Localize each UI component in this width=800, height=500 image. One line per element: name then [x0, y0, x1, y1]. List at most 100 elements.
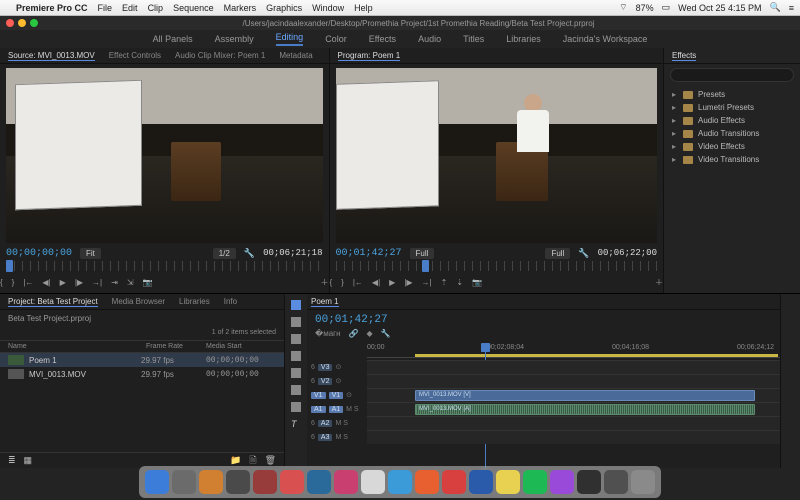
fx-audio-effects[interactable]: ▸Audio Effects [664, 114, 800, 127]
mark-out-icon[interactable]: } [12, 278, 15, 287]
snap-icon[interactable]: �магн [315, 329, 341, 338]
dock-app[interactable] [388, 470, 412, 494]
menu-file[interactable]: File [98, 3, 113, 13]
dock-app[interactable] [415, 470, 439, 494]
dock-app[interactable] [442, 470, 466, 494]
goto-out-icon[interactable]: →| [422, 278, 432, 287]
dock-app[interactable] [307, 470, 331, 494]
tab-effects[interactable]: Effects [672, 51, 696, 61]
effects-search[interactable] [670, 68, 794, 82]
fx-video-trans[interactable]: ▸Video Transitions [664, 153, 800, 166]
menu-window[interactable]: Window [312, 3, 344, 13]
app-name[interactable]: Premiere Pro CC [16, 3, 88, 13]
add-button-icon[interactable]: ＋ [655, 277, 663, 288]
source-timecode[interactable]: 00;00;00;00 [6, 248, 72, 259]
dock-word[interactable] [469, 470, 493, 494]
source-ruler[interactable] [6, 261, 323, 271]
menu-edit[interactable]: Edit [122, 3, 138, 13]
ws-assembly[interactable]: Assembly [215, 34, 254, 44]
ws-color[interactable]: Color [325, 34, 347, 44]
step-fwd-icon[interactable]: |▶ [404, 278, 412, 287]
ws-titles[interactable]: Titles [463, 34, 484, 44]
clock[interactable]: Wed Oct 25 4:15 PM [678, 3, 761, 13]
bin-item-clip[interactable]: MVI_0013.MOV 29.97 fps 00;00;00;00 [0, 367, 284, 381]
wrench-icon[interactable]: 🔧 [578, 248, 589, 259]
fx-audio-trans[interactable]: ▸Audio Transitions [664, 127, 800, 140]
video-clip[interactable]: MVI_0013.MOV [V] [415, 390, 755, 401]
icon-view-icon[interactable]: ▦ [24, 455, 33, 466]
tab-metadata[interactable]: Metadata [279, 51, 312, 60]
dock-spotify[interactable] [523, 470, 547, 494]
tab-media-browser[interactable]: Media Browser [112, 297, 165, 306]
dock-app[interactable] [199, 470, 223, 494]
window-controls[interactable] [6, 19, 38, 27]
menu-markers[interactable]: Markers [224, 3, 257, 13]
menu-sequence[interactable]: Sequence [173, 3, 214, 13]
selection-tool-icon[interactable] [291, 300, 301, 310]
dock-itunes[interactable] [334, 470, 358, 494]
menu-help[interactable]: Help [354, 3, 373, 13]
dock-app[interactable] [577, 470, 601, 494]
program-zoomfit[interactable]: Full [545, 248, 570, 259]
wrench-icon[interactable]: 🔧 [244, 248, 255, 259]
type-tool-icon[interactable]: T [291, 419, 301, 429]
ws-libraries[interactable]: Libraries [506, 34, 541, 44]
tab-audio-mixer[interactable]: Audio Clip Mixer: Poem 1 [175, 51, 265, 60]
program-timecode[interactable]: 00;01;42;27 [336, 248, 402, 259]
program-ruler[interactable] [336, 261, 658, 271]
ws-allpanels[interactable]: All Panels [153, 34, 193, 44]
track-v3[interactable] [367, 360, 780, 374]
play-icon[interactable]: ▶ [389, 278, 395, 287]
slip-tool-icon[interactable] [291, 368, 301, 378]
track-v2[interactable] [367, 374, 780, 388]
track-a2[interactable] [367, 416, 780, 430]
menu-graphics[interactable]: Graphics [266, 3, 302, 13]
track-a1[interactable]: MVI_0013.MOV [A] [367, 402, 780, 416]
menu-clip[interactable]: Clip [148, 3, 164, 13]
hand-tool-icon[interactable] [291, 402, 301, 412]
dock-trash[interactable] [631, 470, 655, 494]
fx-video-effects[interactable]: ▸Video Effects [664, 140, 800, 153]
export-frame-icon[interactable]: 📷 [143, 278, 153, 287]
overwrite-icon[interactable]: ⇲ [127, 278, 134, 287]
dock-app[interactable] [172, 470, 196, 494]
ws-audio[interactable]: Audio [418, 34, 441, 44]
tab-program[interactable]: Program: Poem 1 [338, 51, 401, 61]
tab-effect-controls[interactable]: Effect Controls [109, 51, 161, 60]
linked-sel-icon[interactable]: 🔗 [349, 329, 359, 338]
pen-tool-icon[interactable] [291, 385, 301, 395]
dock-app[interactable] [226, 470, 250, 494]
list-view-icon[interactable]: ≣ [8, 455, 16, 466]
tab-source[interactable]: Source: MVI_0013.MOV [8, 51, 95, 61]
goto-out-icon[interactable]: →| [92, 278, 102, 287]
export-frame-icon[interactable]: 📷 [472, 278, 482, 287]
mark-out-icon[interactable]: } [341, 278, 344, 287]
col-framerate[interactable]: Frame Rate [146, 343, 206, 350]
source-viewer[interactable] [6, 68, 323, 243]
tab-info[interactable]: Info [224, 297, 237, 306]
tab-libraries[interactable]: Libraries [179, 297, 210, 306]
program-fit[interactable]: Full [410, 248, 435, 259]
bin-item-sequence[interactable]: Poem 1 29.97 fps 00;00;00;00 [0, 353, 284, 367]
goto-in-icon[interactable]: |← [23, 278, 33, 287]
lift-icon[interactable]: ⇡ [441, 278, 448, 287]
marker-icon[interactable]: ◆ [366, 329, 372, 338]
goto-in-icon[interactable]: |← [353, 278, 363, 287]
play-icon[interactable]: ▶ [60, 278, 66, 287]
tab-timeline[interactable]: Poem 1 [311, 297, 339, 307]
fx-presets[interactable]: ▸Presets [664, 88, 800, 101]
timeline-ruler[interactable]: 00;00 00;02;08;04 00;04;16;08 00;06;24;1… [367, 344, 780, 358]
track-select-tool-icon[interactable] [291, 317, 301, 327]
fx-lumetri[interactable]: ▸Lumetri Presets [664, 101, 800, 114]
tab-project[interactable]: Project: Beta Test Project [8, 297, 98, 307]
ws-custom[interactable]: Jacinda's Workspace [563, 34, 648, 44]
col-mediastart[interactable]: Media Start [206, 343, 276, 350]
wifi-icon[interactable]: ⌔ [619, 2, 627, 13]
dock-finder[interactable] [145, 470, 169, 494]
settings-icon[interactable]: 🔧 [381, 329, 391, 338]
step-back-icon[interactable]: ◀| [42, 278, 50, 287]
ws-effects[interactable]: Effects [369, 34, 396, 44]
source-zoom[interactable]: 1/2 [213, 248, 236, 259]
extract-icon[interactable]: ⇣ [456, 278, 463, 287]
dock-premiere[interactable] [550, 470, 574, 494]
